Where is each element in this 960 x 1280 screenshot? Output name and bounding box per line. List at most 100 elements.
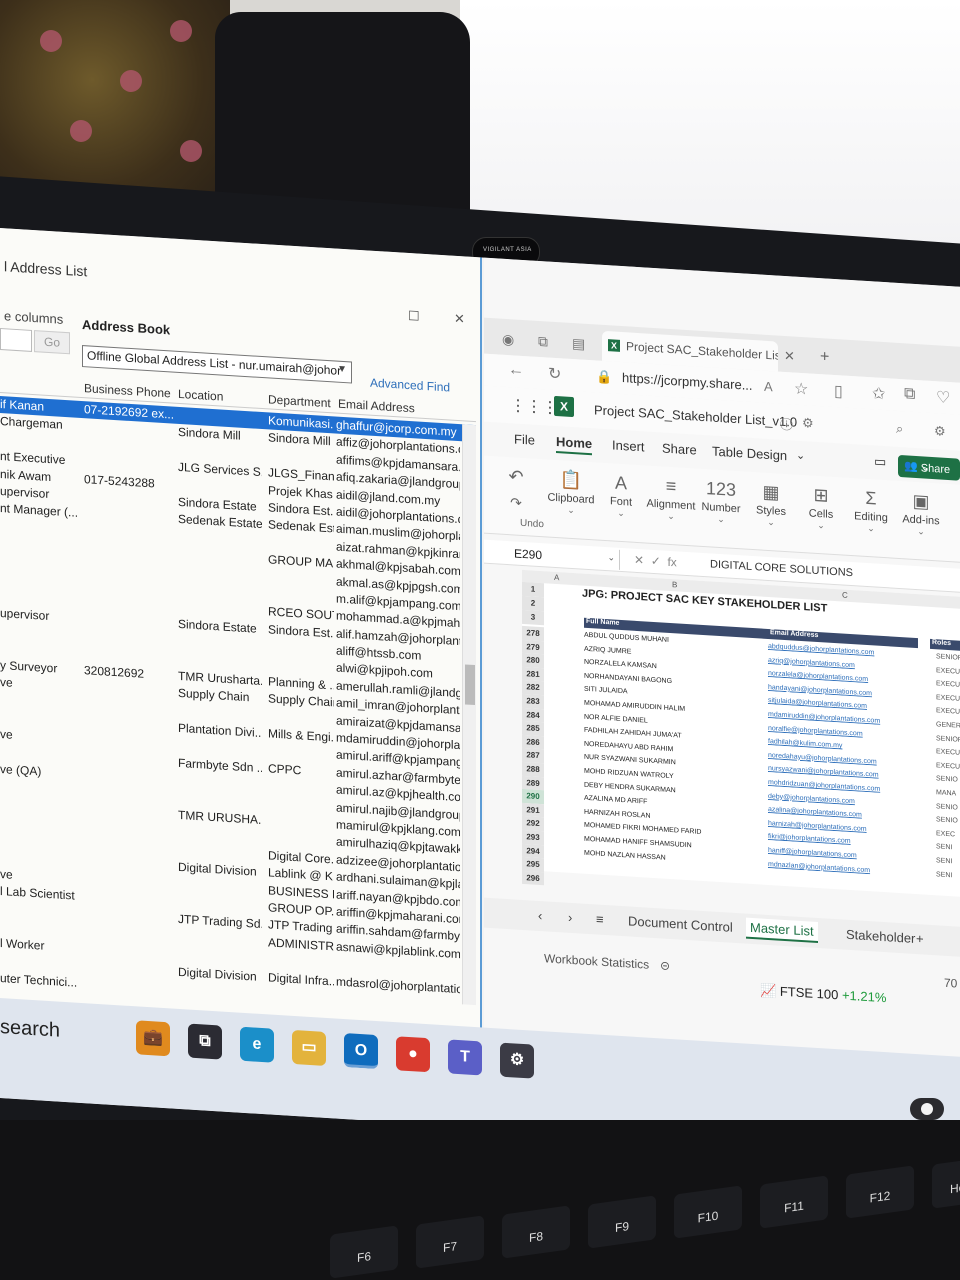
role-cell[interactable] bbox=[936, 884, 960, 886]
new-tab-icon[interactable]: + bbox=[820, 348, 829, 367]
add-sheet-icon[interactable]: + bbox=[916, 931, 924, 946]
account-settings-icon[interactable]: ⚙ bbox=[934, 423, 946, 440]
role-cell[interactable]: SENI bbox=[936, 844, 960, 853]
collections-icon[interactable]: ⧉ bbox=[538, 333, 548, 351]
share-button[interactable]: 👥 Share ⌄ bbox=[898, 454, 960, 481]
table-header-roles[interactable]: Roles bbox=[930, 638, 960, 651]
favorites-bar-icon[interactable]: ✩ bbox=[872, 383, 885, 404]
key-f8[interactable]: F8 bbox=[502, 1205, 570, 1259]
ribbon-more-chevron-icon[interactable]: ⌄ bbox=[796, 449, 805, 463]
url-field[interactable]: https://jcorpmy.share... bbox=[622, 370, 753, 393]
row-number[interactable]: 288 bbox=[522, 761, 544, 777]
name-box[interactable]: E290 ⌄ bbox=[510, 543, 620, 570]
role-cell[interactable] bbox=[936, 898, 960, 900]
role-cell[interactable]: GENERA bbox=[936, 721, 960, 730]
sheet-tab-document-control[interactable]: Document Control bbox=[628, 913, 733, 934]
address-book-select[interactable]: Offline Global Address List - nur.umaira… bbox=[82, 345, 352, 384]
role-cell[interactable]: EXECUTI bbox=[936, 680, 960, 689]
chrome-icon[interactable]: ● bbox=[396, 1036, 430, 1073]
ribbon-group-add-ins[interactable]: ▣ Add-ins ⌄ bbox=[896, 487, 946, 539]
row-number[interactable]: 1 bbox=[522, 581, 544, 598]
role-cell[interactable]: EXECUTI bbox=[936, 667, 960, 676]
role-cell[interactable]: EXECUTI bbox=[936, 694, 960, 703]
row-number[interactable]: 278 bbox=[522, 625, 544, 641]
column-header-location[interactable]: Location bbox=[178, 387, 223, 404]
row-number[interactable]: 296 bbox=[522, 870, 544, 886]
extensions-icon[interactable]: ⧉ bbox=[904, 385, 915, 404]
row-number[interactable]: 293 bbox=[522, 829, 544, 845]
next-sheet-icon[interactable]: › bbox=[568, 910, 572, 925]
close-tab-icon[interactable]: ✕ bbox=[784, 348, 795, 365]
column-header-b[interactable]: B bbox=[672, 580, 677, 589]
row-number[interactable]: 284 bbox=[522, 707, 544, 723]
key-f9[interactable]: F9 bbox=[588, 1195, 656, 1249]
row-number[interactable]: 286 bbox=[522, 734, 544, 750]
workbook-statistics[interactable]: Workbook Statistics bbox=[544, 951, 649, 971]
back-icon[interactable]: ← bbox=[508, 361, 524, 380]
ribbon-group-clipboard[interactable]: 📋 Clipboard ⌄ bbox=[546, 465, 596, 517]
row-number[interactable]: 289 bbox=[522, 775, 544, 791]
key-f12[interactable]: F12 bbox=[846, 1165, 914, 1219]
row-number[interactable]: 285 bbox=[522, 721, 544, 737]
tab-home[interactable]: Home bbox=[556, 434, 593, 456]
taskbar-search[interactable]: search bbox=[0, 1016, 60, 1043]
row-number[interactable]: 291 bbox=[522, 802, 544, 818]
refresh-icon[interactable]: ↻ bbox=[548, 364, 561, 385]
ribbon-group-font[interactable]: A Font ⌄ bbox=[596, 468, 646, 520]
role-cell[interactable]: SENIOR E bbox=[936, 653, 960, 662]
profile-icon[interactable]: ◉ bbox=[502, 331, 514, 349]
task-view-icon[interactable]: ⧉ bbox=[188, 1023, 222, 1060]
row-number[interactable]: 279 bbox=[522, 639, 544, 655]
row-number[interactable]: 294 bbox=[522, 843, 544, 859]
settings-gear-icon[interactable]: ⚙ bbox=[802, 415, 814, 432]
key-f7[interactable]: F7 bbox=[416, 1215, 484, 1269]
role-cell[interactable]: EXECUTI bbox=[936, 708, 960, 717]
key-f6[interactable]: F6 bbox=[330, 1225, 398, 1279]
column-header-email[interactable]: Email Address bbox=[338, 397, 415, 416]
advanced-find-link[interactable]: Advanced Find bbox=[370, 376, 450, 395]
row-number[interactable]: 281 bbox=[522, 666, 544, 682]
role-cell[interactable]: SENI bbox=[936, 871, 960, 880]
role-cell[interactable]: EXEC bbox=[936, 830, 960, 839]
settings-icon[interactable]: ⚙ bbox=[500, 1042, 534, 1079]
column-header-phone[interactable]: Business Phone bbox=[84, 381, 171, 400]
column-header-a[interactable]: A bbox=[554, 573, 559, 582]
briefcase-icon[interactable]: 💼 bbox=[136, 1020, 170, 1057]
file-explorer-icon[interactable]: ▭ bbox=[292, 1029, 326, 1066]
sheet-tab-master-list[interactable]: Master List bbox=[746, 917, 818, 944]
role-cell[interactable]: SENIO bbox=[936, 776, 960, 785]
role-cell[interactable]: SENI bbox=[936, 857, 960, 866]
maximize-icon[interactable]: ☐ bbox=[408, 308, 420, 325]
key-f10[interactable]: F10 bbox=[674, 1185, 742, 1239]
column-header-department[interactable]: Department bbox=[268, 392, 331, 410]
row-number[interactable]: 280 bbox=[522, 653, 544, 669]
tab-share[interactable]: Share bbox=[662, 440, 697, 457]
all-sheets-icon[interactable]: ≡ bbox=[596, 911, 604, 926]
formula-input[interactable]: DIGITAL CORE SOLUTIONS bbox=[710, 558, 853, 579]
role-cell[interactable]: SENIOR bbox=[936, 735, 960, 744]
sensitivity-icon[interactable]: ⓘ bbox=[780, 414, 793, 434]
key-f11[interactable]: F11 bbox=[760, 1175, 828, 1229]
close-icon[interactable]: ✕ bbox=[454, 311, 465, 328]
role-cell[interactable]: EXECUT bbox=[936, 748, 960, 757]
read-aloud-icon[interactable]: A bbox=[764, 379, 773, 395]
role-cell[interactable]: SENIO bbox=[936, 816, 960, 825]
workbook-name[interactable]: Project SAC_Stakeholder List_v1.0 bbox=[594, 402, 797, 429]
row-number[interactable]: 287 bbox=[522, 748, 544, 764]
outlook-icon[interactable]: O bbox=[344, 1033, 378, 1070]
search-input[interactable] bbox=[0, 328, 32, 352]
ribbon-group-cells[interactable]: ⊞ Cells ⌄ bbox=[796, 481, 846, 533]
row-number[interactable]: 295 bbox=[522, 857, 544, 873]
row-number[interactable]: 282 bbox=[522, 680, 544, 696]
sheet-tab-stakeholder[interactable]: Stakeholder bbox=[846, 927, 915, 946]
ribbon-group-styles[interactable]: ▦ Styles ⌄ bbox=[746, 478, 796, 530]
ribbon-group-editing[interactable]: Σ Editing ⌄ bbox=[846, 484, 896, 536]
row-number[interactable]: 290 bbox=[522, 789, 544, 805]
tab-insert[interactable]: Insert bbox=[612, 437, 645, 454]
prev-sheet-icon[interactable]: ‹ bbox=[538, 908, 542, 923]
cancel-check-fx-icons[interactable]: ✕ ✓ fx bbox=[634, 553, 677, 570]
edge-icon[interactable]: e bbox=[240, 1026, 274, 1063]
tab-actions-icon[interactable]: ▤ bbox=[572, 335, 585, 353]
key-home[interactable]: Home bbox=[932, 1155, 960, 1209]
zoom-level[interactable]: 70 bbox=[944, 976, 957, 991]
